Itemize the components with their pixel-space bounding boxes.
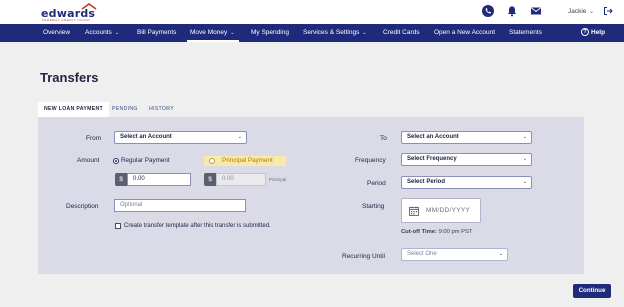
from-label: From [86,135,102,142]
nav-item-bill-payments[interactable]: Bill Payments [137,24,176,42]
chevron-down-icon: ⌄ [237,134,242,140]
user-menu-name[interactable]: Jackie [568,8,586,15]
date-placeholder: MM/DD/YYYY [426,207,471,214]
tab-new-loan-payment[interactable]: NEW LOAN PAYMENT [38,102,109,118]
tab-pending[interactable]: PENDING [112,102,138,117]
frequency-label: Frequency [355,157,386,164]
recurring-until-select[interactable]: Select One ⌄ [401,248,508,261]
period-select[interactable]: Select Period ⌄ [401,176,532,189]
recurring-until-label: Recurring Until [342,253,385,260]
principal-amount-input[interactable]: 0.00 [216,173,266,186]
brand-logo[interactable]: edwards FEDERAL CREDIT UNION [41,3,103,22]
chevron-down-icon: ⌄ [362,30,367,36]
amount-label: Amount [77,157,100,164]
help-icon: ? [581,28,589,37]
nav-item-accounts[interactable]: Accounts ⌄ [85,24,119,42]
create-template-checkbox[interactable] [115,223,121,229]
principal-payment-label[interactable]: Principal Payment [222,157,273,164]
tab-history[interactable]: HISTORY [149,102,174,117]
chevron-down-icon: ⌄ [522,134,527,140]
start-date-input[interactable]: MM/DD/YYYY [401,198,481,223]
principal-payment-radio[interactable] [209,158,215,164]
nav-item-credit-cards[interactable]: Credit Cards [383,24,419,42]
chevron-down-icon: ⌄ [498,251,503,257]
mail-icon[interactable] [530,5,542,17]
nav-active-indicator [187,40,239,42]
phone-icon[interactable] [482,5,494,17]
chevron-down-icon: ⌄ [522,156,527,162]
nav-item-overview[interactable]: Overview [43,24,70,42]
logout-icon[interactable] [603,6,613,16]
regular-amount-input[interactable]: 0.00 [127,173,191,186]
description-label: Description [66,203,99,210]
description-input[interactable]: Optional [114,199,246,212]
starting-label: Starting [362,203,385,210]
create-template-label[interactable]: Create transfer template after this tran… [124,223,271,229]
nav-item-open-new-account[interactable]: Open a New Account [434,24,495,42]
chevron-down-icon: ⌄ [230,30,235,36]
to-account-select[interactable]: Select an Account ⌄ [401,131,532,144]
top-header: edwards FEDERAL CREDIT UNION Jackie ⌄ [0,0,624,24]
nav-item-statements[interactable]: Statements [509,24,542,42]
help-link[interactable]: ? Help [581,24,605,42]
currency-symbol: $ [204,173,216,186]
bell-icon[interactable] [506,5,518,17]
regular-payment-radio[interactable] [113,158,119,164]
brand-tagline: FEDERAL CREDIT UNION [42,18,91,22]
chevron-down-icon: ⌄ [522,179,527,185]
cutoff-time: Cut-off Time: 9:00 pm PST [401,229,473,235]
nav-item-my-spending[interactable]: My Spending [251,24,289,42]
chevron-down-icon[interactable]: ⌄ [589,8,594,15]
principal-note: Principal [269,177,287,182]
period-label: Period [367,180,386,187]
page-title: Transfers [40,70,99,85]
main-nav: Overview Accounts ⌄ Bill Payments Move Mo… [0,24,624,42]
to-label: To [380,135,387,142]
from-account-select[interactable]: Select an Account ⌄ [114,131,247,144]
currency-symbol: $ [115,173,127,186]
regular-payment-label[interactable]: Regular Payment [121,157,170,164]
frequency-select[interactable]: Select Frequency ⌄ [401,153,532,166]
continue-button[interactable]: Continue [573,284,611,298]
nav-item-services-settings[interactable]: Services & Settings ⌄ [303,24,367,42]
calendar-icon[interactable] [409,206,419,216]
chevron-down-icon: ⌄ [114,30,119,36]
